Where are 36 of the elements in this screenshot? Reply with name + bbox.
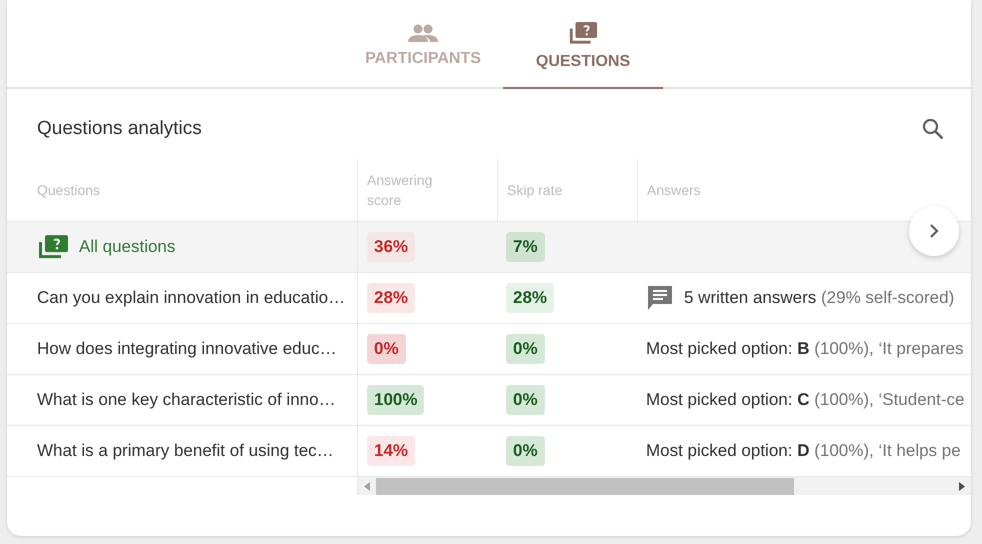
comment-icon bbox=[646, 285, 674, 311]
score-badge: 14% bbox=[367, 436, 416, 466]
column-header: Skip rate bbox=[507, 181, 564, 200]
section-title: Questions analytics bbox=[37, 118, 202, 140]
search-icon[interactable] bbox=[921, 117, 945, 141]
score-badge: 100% bbox=[367, 385, 424, 415]
skip-rate-badge: 7% bbox=[506, 232, 545, 262]
skip-rate-badge: 0% bbox=[506, 334, 545, 364]
question-text: What is a primary benefit of using tec… bbox=[37, 441, 334, 461]
skip-rate-badge: 0% bbox=[506, 436, 545, 466]
question-text: How does integrating innovative educ… bbox=[37, 339, 337, 359]
column-header: Answers bbox=[647, 181, 702, 200]
skip-rate-badge: 0% bbox=[506, 385, 545, 415]
question-cards-icon bbox=[568, 20, 598, 46]
score-badge: 28% bbox=[367, 283, 416, 313]
answer-summary: Most picked option: D (100%), ‘It helps pe bbox=[646, 441, 961, 461]
scroll-right-icon[interactable] bbox=[959, 482, 965, 490]
score-badge: 0% bbox=[367, 334, 406, 364]
answer-summary: Most picked option: C (100%), ‘Student-ce bbox=[646, 390, 964, 410]
next-button[interactable] bbox=[909, 206, 959, 256]
answer-summary: Most picked option: B (100%), ‘It prepares bbox=[646, 339, 964, 359]
answer-summary: 5 written answers (29% self-scored) bbox=[684, 288, 954, 308]
question-text: What is one key characteristic of inno… bbox=[37, 390, 336, 410]
people-icon bbox=[408, 24, 438, 42]
all-questions-link[interactable]: All questions bbox=[79, 237, 176, 257]
column-header: Answering score bbox=[367, 171, 434, 210]
question-text: Can you explain innovation in educatio… bbox=[37, 288, 346, 308]
tab[interactable]: QUESTIONS bbox=[503, 0, 663, 89]
skip-rate-badge: 28% bbox=[506, 283, 554, 313]
scrollbar-thumb[interactable] bbox=[376, 478, 794, 494]
score-badge: 36% bbox=[367, 232, 416, 262]
question-cards-icon bbox=[37, 234, 69, 260]
scroll-left-icon[interactable] bbox=[364, 482, 370, 490]
chevron-right-icon bbox=[929, 223, 939, 239]
column-header: Questions bbox=[37, 181, 102, 200]
horizontal-scrollbar[interactable] bbox=[357, 477, 971, 495]
